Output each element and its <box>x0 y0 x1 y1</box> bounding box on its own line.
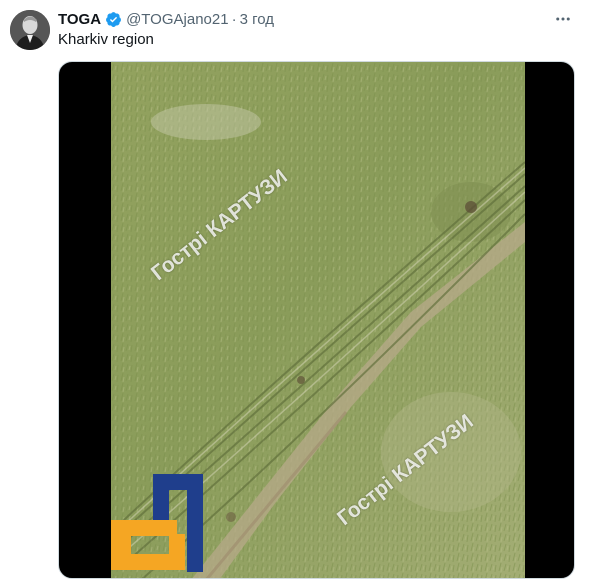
author-handle[interactable]: @TOGAjano21 <box>126 11 229 28</box>
tweet[interactable]: TOGA @TOGAjano21 · 3 год Kharkiv region <box>0 0 589 586</box>
separator-dot: · <box>231 10 237 28</box>
channel-logo <box>111 474 203 572</box>
more-options-icon[interactable] <box>553 9 573 29</box>
video-frame[interactable]: Гострі КАРТУЗИ Гострі КАРТУЗИ <box>111 62 525 578</box>
verified-badge-icon <box>105 11 122 28</box>
tweet-text: Kharkiv region <box>58 31 154 48</box>
tweet-header: TOGA @TOGAjano21 · 3 год <box>58 9 573 29</box>
avatar[interactable] <box>10 10 50 50</box>
author-name[interactable]: TOGA <box>58 11 101 28</box>
timestamp[interactable]: 3 год <box>240 11 274 28</box>
video-player[interactable]: Гострі КАРТУЗИ Гострі КАРТУЗИ <box>58 61 575 579</box>
